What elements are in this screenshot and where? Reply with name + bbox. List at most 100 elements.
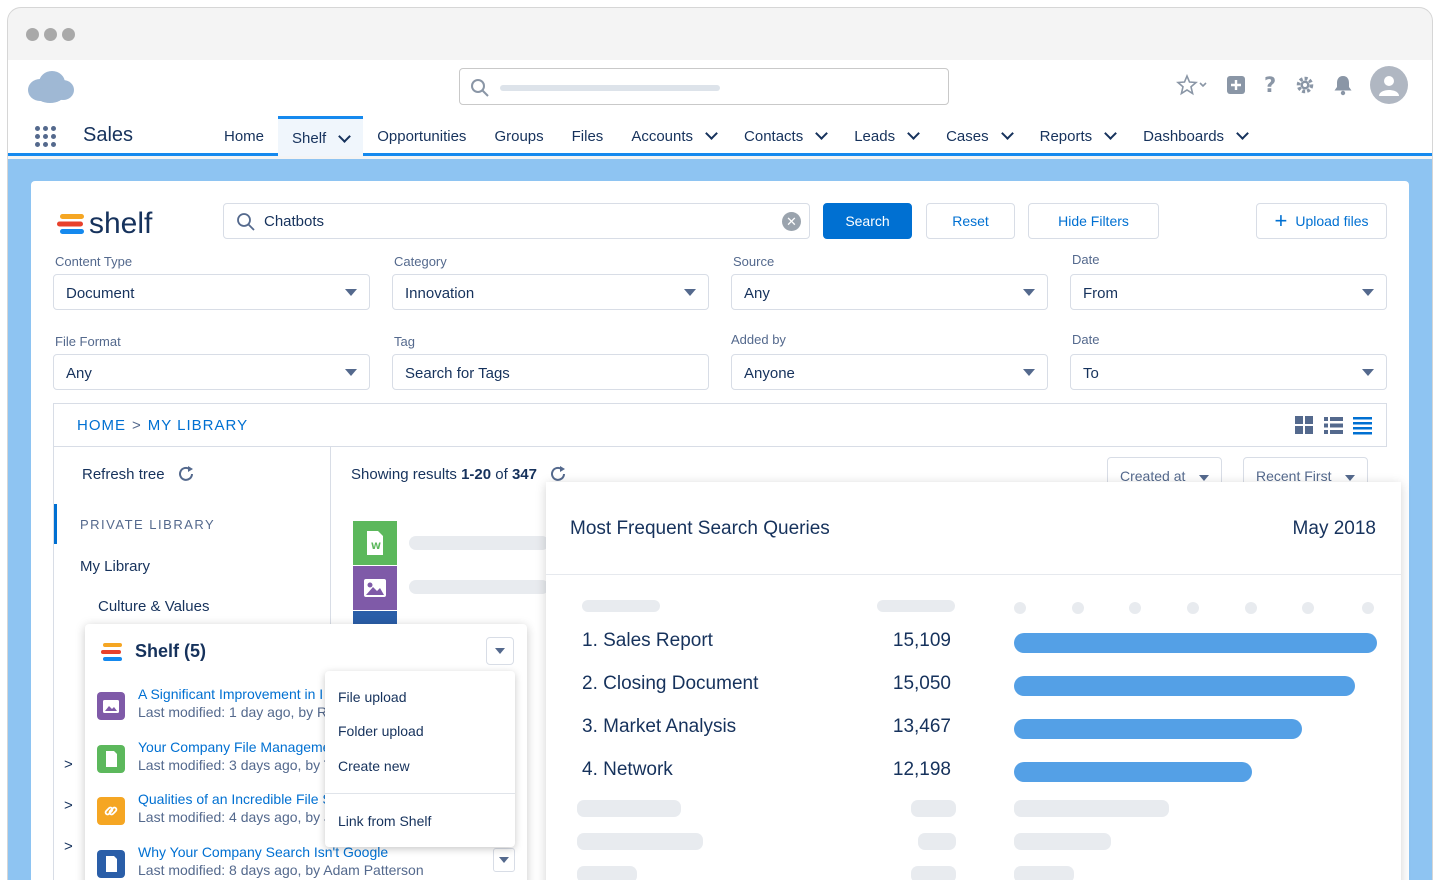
- tab-dashboards[interactable]: Dashboards: [1129, 116, 1261, 156]
- source-label: Source: [733, 254, 775, 269]
- added-by-select[interactable]: Anyone: [731, 354, 1048, 390]
- clear-search-icon[interactable]: ✕: [782, 212, 801, 231]
- search-button[interactable]: Search: [823, 203, 912, 239]
- refresh-tree-button[interactable]: Refresh tree: [82, 465, 195, 483]
- grid-view-icon[interactable]: [1295, 416, 1314, 435]
- menu-folder-upload[interactable]: Folder upload: [338, 723, 424, 739]
- help-icon[interactable]: ?: [1262, 74, 1278, 96]
- chevron-down-icon[interactable]: [338, 129, 352, 143]
- scale-dot: [1072, 602, 1084, 614]
- date-from-value: From: [1083, 285, 1118, 302]
- add-icon[interactable]: [1226, 75, 1246, 95]
- shelf-item[interactable]: Why Your Company Search Isn't Google Last…: [97, 844, 497, 880]
- category-label: Category: [394, 254, 447, 269]
- scale-dot: [1014, 602, 1026, 614]
- search-icon: [471, 79, 489, 97]
- scale-dot: [1129, 602, 1141, 614]
- tab-groups[interactable]: Groups: [480, 116, 557, 156]
- dropdown-arrow-icon: [1023, 369, 1035, 376]
- upload-files-button[interactable]: + Upload files: [1256, 203, 1387, 239]
- reset-button[interactable]: Reset: [926, 203, 1015, 239]
- scale-dot: [1362, 602, 1374, 614]
- maximize-window-dot[interactable]: [62, 28, 75, 41]
- item-menu-button[interactable]: [493, 848, 515, 872]
- chevron-down-icon[interactable]: [1236, 127, 1249, 140]
- stats-date: May 2018: [1292, 518, 1376, 539]
- row-placeholder: [911, 800, 956, 817]
- content-type-label: Content Type: [55, 254, 133, 269]
- date-from-label: Date: [1072, 252, 1100, 267]
- menu-link-from-shelf[interactable]: Link from Shelf: [338, 813, 431, 829]
- salesforce-cloud-icon[interactable]: [26, 70, 74, 104]
- hide-filters-button[interactable]: Hide Filters: [1028, 203, 1159, 239]
- tag-label: Tag: [394, 334, 415, 349]
- shelf-popup-menu-button[interactable]: [486, 637, 514, 665]
- tab-shelf[interactable]: Shelf: [278, 116, 364, 156]
- menu-file-upload[interactable]: File upload: [338, 689, 407, 705]
- chevron-down-icon[interactable]: [1000, 127, 1014, 140]
- tab-reports[interactable]: Reports: [1026, 116, 1130, 156]
- favorites-star-icon[interactable]: [1176, 74, 1210, 96]
- shelf-logo: shelf: [57, 207, 152, 241]
- date-from-select[interactable]: From: [1070, 274, 1387, 310]
- refresh-results-icon[interactable]: [549, 465, 567, 483]
- menu-divider: [325, 793, 515, 794]
- notifications-bell-icon[interactable]: [1332, 74, 1354, 96]
- gear-icon[interactable]: [1294, 74, 1316, 96]
- shelf-item-title[interactable]: Your Company File Manageme: [138, 739, 330, 755]
- shelf-item-meta: Last modified: 1 day ago, by Re: [138, 704, 335, 720]
- expand-arrow-icon[interactable]: >: [64, 756, 73, 773]
- tab-contacts[interactable]: Contacts: [730, 116, 840, 156]
- shelf-search-input[interactable]: Chatbots ✕: [223, 203, 810, 239]
- breadcrumb-my-library[interactable]: MY LIBRARY: [148, 417, 248, 434]
- chevron-down-icon[interactable]: [815, 127, 829, 140]
- tab-leads[interactable]: Leads: [840, 116, 932, 156]
- file-format-select[interactable]: Any: [53, 354, 370, 390]
- tag-search-input[interactable]: Search for Tags: [392, 354, 709, 390]
- expand-arrow-icon[interactable]: >: [64, 797, 73, 814]
- category-select[interactable]: Innovation: [392, 274, 709, 310]
- window-controls: [26, 28, 75, 41]
- minimize-window-dot[interactable]: [44, 28, 57, 41]
- tab-opportunities[interactable]: Opportunities: [363, 116, 480, 156]
- chevron-down-icon[interactable]: [705, 127, 718, 140]
- file-icon[interactable]: [353, 611, 397, 625]
- tab-home[interactable]: Home: [210, 116, 278, 156]
- row-placeholder: [577, 833, 703, 850]
- tab-label: Reports: [1039, 127, 1093, 145]
- close-window-dot[interactable]: [26, 28, 39, 41]
- tab-cases[interactable]: Cases: [932, 116, 1026, 156]
- global-search-input[interactable]: [459, 68, 949, 105]
- added-by-label: Added by: [731, 332, 786, 347]
- compact-list-view-icon[interactable]: [1353, 416, 1372, 435]
- chevron-down-icon[interactable]: [1104, 127, 1118, 140]
- list-view-icon[interactable]: [1324, 416, 1343, 435]
- content-type-select[interactable]: Document: [53, 274, 370, 310]
- tree-item-culture-values[interactable]: Culture & Values: [98, 598, 209, 615]
- menu-create-new[interactable]: Create new: [338, 758, 410, 774]
- tab-accounts[interactable]: Accounts: [617, 116, 730, 156]
- source-select[interactable]: Any: [731, 274, 1048, 310]
- word-file-icon[interactable]: W: [353, 521, 397, 565]
- tab-files[interactable]: Files: [558, 116, 618, 156]
- chevron-down-icon[interactable]: [907, 127, 920, 140]
- tree-item-my-library[interactable]: My Library: [80, 558, 150, 575]
- tab-label: Opportunities: [377, 127, 467, 145]
- image-file-icon[interactable]: [353, 566, 397, 610]
- breadcrumb-home[interactable]: HOME: [77, 417, 126, 434]
- expand-arrow-icon[interactable]: >: [64, 838, 73, 855]
- query-bar: [1014, 676, 1355, 696]
- file-format-value: Any: [66, 365, 92, 382]
- user-avatar[interactable]: [1370, 66, 1408, 104]
- shelf-item-title[interactable]: Qualities of an Incredible File S: [138, 791, 332, 807]
- scale-dot: [1302, 602, 1314, 614]
- shelf-logo-icon: [101, 643, 122, 661]
- results-summary: Showing results 1-20 of 347: [351, 465, 567, 483]
- dropdown-arrow-icon: [1199, 475, 1210, 481]
- app-launcher-icon[interactable]: [35, 126, 57, 148]
- tab-label: Shelf: [292, 130, 327, 147]
- date-to-select[interactable]: To: [1070, 354, 1387, 390]
- shelf-popup-title: Shelf (5): [135, 641, 207, 661]
- file-name-placeholder: [409, 536, 549, 550]
- shelf-item-title[interactable]: A Significant Improvement in I: [138, 686, 323, 702]
